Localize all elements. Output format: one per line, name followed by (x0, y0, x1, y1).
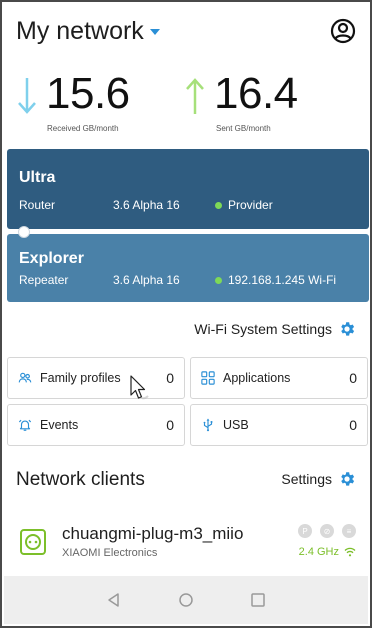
client-name: chuangmi-plug-m3_miio (62, 524, 244, 543)
wifi-system-settings-link[interactable]: Wi-Fi System Settings (194, 320, 356, 338)
device-name: Ultra (19, 169, 56, 186)
wifi-signal-icon (344, 547, 356, 557)
tile-count: 0 (166, 370, 174, 386)
back-icon[interactable] (104, 590, 124, 610)
family-profiles-icon (18, 372, 32, 383)
device-details: Router 3.6 Alpha 16 Provider (19, 198, 357, 212)
priority-icon: P (298, 524, 312, 538)
app-window: My network 15.6 Received GB/month 16.4 S… (0, 0, 372, 628)
tile-count: 0 (349, 370, 357, 386)
device-status: 192.168.1.245 Wi-Fi (215, 273, 336, 287)
tile-label: Events (40, 418, 79, 432)
applications-tile[interactable]: Applications 0 (190, 357, 368, 399)
applications-icon (201, 371, 215, 385)
family-profiles-tile[interactable]: Family profiles 0 (7, 357, 185, 399)
client-vendor: XIAOMI Electronics (62, 547, 158, 559)
received-value: 15.6 (46, 69, 130, 118)
device-role: Router (19, 198, 56, 212)
online-status-dot (215, 201, 222, 209)
device-name: Explorer (19, 250, 84, 267)
clients-settings-label: Settings (281, 471, 332, 487)
block-icon: ⊘ (320, 524, 334, 538)
alarm-bell-icon (18, 419, 32, 431)
home-icon[interactable] (176, 590, 196, 610)
received-stat: 15.6 Received GB/month (16, 68, 130, 133)
gear-icon (341, 322, 355, 336)
recents-icon[interactable] (248, 590, 268, 610)
tile-label: USB (223, 418, 249, 432)
sent-value: 16.4 (214, 69, 298, 118)
client-band-label: 2.4 GHz (298, 546, 339, 558)
arrow-up-icon (186, 78, 204, 114)
client-list-item[interactable]: chuangmi-plug-m3_miio XIAOMI Electronics… (2, 514, 370, 570)
device-details: Repeater 3.6 Alpha 16 192.168.1.245 Wi-F… (19, 273, 357, 287)
caret-down-icon (149, 29, 160, 35)
usb-tile[interactable]: USB 0 (190, 404, 368, 446)
device-version: 3.6 Alpha 16 (113, 198, 180, 212)
device-role: Repeater (19, 273, 69, 287)
tile-count: 0 (349, 417, 357, 433)
wifi-system-settings-label: Wi-Fi System Settings (194, 321, 332, 337)
clients-settings-link[interactable]: Settings (281, 470, 356, 488)
client-badges: P ⊘ ≡ (298, 524, 356, 538)
header: My network (16, 14, 356, 48)
client-band: 2.4 GHz (299, 546, 356, 558)
device-status-text: Provider (228, 198, 273, 212)
online-status-dot (215, 276, 222, 284)
device-version: 3.6 Alpha 16 (113, 273, 180, 287)
mesh-link-node (18, 226, 30, 238)
usb-icon (203, 418, 213, 432)
device-status: Provider (215, 198, 273, 212)
mouse-pointer-icon (130, 375, 149, 400)
arrow-down-icon (18, 78, 36, 114)
tile-label: Applications (223, 371, 291, 385)
tile-count: 0 (166, 417, 174, 433)
traffic-summary: 15.6 Received GB/month 16.4 Sent GB/mont… (2, 68, 370, 138)
system-navigation-bar (4, 576, 368, 624)
device-status-text: 192.168.1.245 Wi-Fi (228, 273, 337, 287)
smart-plug-icon (20, 529, 46, 555)
repeater-card[interactable]: Explorer Repeater 3.6 Alpha 16 192.168.1… (7, 234, 369, 302)
router-card[interactable]: Ultra Router 3.6 Alpha 16 Provider (7, 149, 369, 229)
page-title: My network (16, 16, 144, 45)
account-icon[interactable] (330, 18, 356, 44)
schedule-icon: ≡ (342, 524, 356, 538)
network-clients-title: Network clients (16, 469, 145, 490)
network-selector[interactable]: My network (16, 17, 160, 46)
sent-stat: 16.4 Sent GB/month (184, 68, 298, 133)
received-caption: Received GB/month (47, 124, 119, 133)
sent-caption: Sent GB/month (216, 124, 271, 133)
gear-icon (341, 472, 355, 486)
events-tile[interactable]: Events 0 (7, 404, 185, 446)
